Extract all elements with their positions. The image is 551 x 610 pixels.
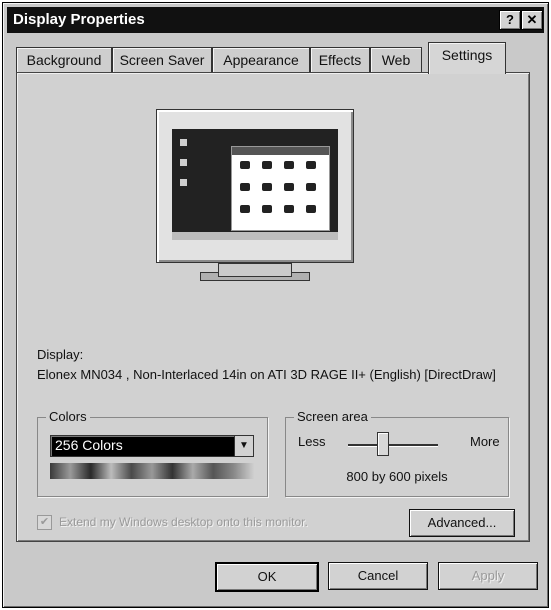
display-label: Display: (37, 347, 84, 362)
title-bar[interactable]: Display Properties ? ✕ (7, 7, 544, 33)
preview-icon (262, 161, 272, 169)
tab-web[interactable]: Web (370, 47, 422, 74)
apply-button[interactable]: Apply (438, 562, 538, 590)
screen-area-slider-track[interactable] (348, 444, 438, 447)
screen-area-slider-thumb[interactable] (377, 432, 390, 456)
more-label: More (470, 434, 500, 449)
preview-icon (306, 183, 316, 191)
extend-desktop-label: Extend my Windows desktop onto this moni… (59, 515, 308, 529)
extend-desktop-checkbox[interactable]: ✔ (37, 515, 52, 530)
preview-icon (240, 205, 250, 213)
preview-icon (306, 161, 316, 169)
display-description: Elonex MN034 , Non-Interlaced 14in on AT… (37, 367, 496, 382)
preview-icon (284, 161, 294, 169)
resolution-label: 800 by 600 pixels (346, 469, 448, 484)
ok-button[interactable]: OK (215, 562, 319, 592)
preview-taskbar (172, 232, 338, 240)
colors-group-label: Colors (46, 409, 90, 424)
help-button[interactable]: ? (499, 10, 521, 30)
preview-icon (262, 205, 272, 213)
settings-panel: Display: Elonex MN034 , Non-Interlaced 1… (16, 72, 530, 542)
less-label: Less (298, 434, 326, 449)
tab-effects[interactable]: Effects (310, 47, 370, 74)
desktop-icon (180, 139, 187, 146)
preview-icon (262, 183, 272, 191)
color-palette-bar (50, 463, 254, 479)
tab-screen-saver[interactable]: Screen Saver (112, 47, 212, 74)
preview-icon (306, 205, 316, 213)
colors-dropdown[interactable]: 256 Colors ▼ (50, 435, 254, 457)
preview-icon (284, 205, 294, 213)
window-title: Display Properties (13, 11, 145, 28)
screen-area-group-label: Screen area (294, 409, 371, 424)
preview-window (231, 146, 330, 231)
screen-area-group: Screen area Less More 800 by 600 pixels (285, 409, 509, 497)
colors-selected-value: 256 Colors (55, 437, 123, 453)
close-button[interactable]: ✕ (521, 10, 543, 30)
desktop-icon (180, 179, 187, 186)
preview-icon (240, 161, 250, 169)
preview-icon (284, 183, 294, 191)
monitor-bezel (156, 109, 354, 263)
monitor-stand (218, 263, 292, 277)
chevron-down-icon[interactable]: ▼ (234, 436, 253, 456)
tab-settings[interactable]: Settings (428, 42, 506, 74)
monitor-preview (156, 109, 356, 281)
advanced-button[interactable]: Advanced... (409, 509, 515, 537)
colors-group: Colors 256 Colors ▼ (37, 409, 268, 497)
monitor-screen (172, 129, 338, 240)
preview-window-titlebar (232, 147, 329, 155)
cancel-button[interactable]: Cancel (328, 562, 428, 590)
desktop-icon (180, 159, 187, 166)
tab-appearance[interactable]: Appearance (212, 47, 310, 74)
tab-background[interactable]: Background (16, 47, 112, 74)
preview-icon (240, 183, 250, 191)
